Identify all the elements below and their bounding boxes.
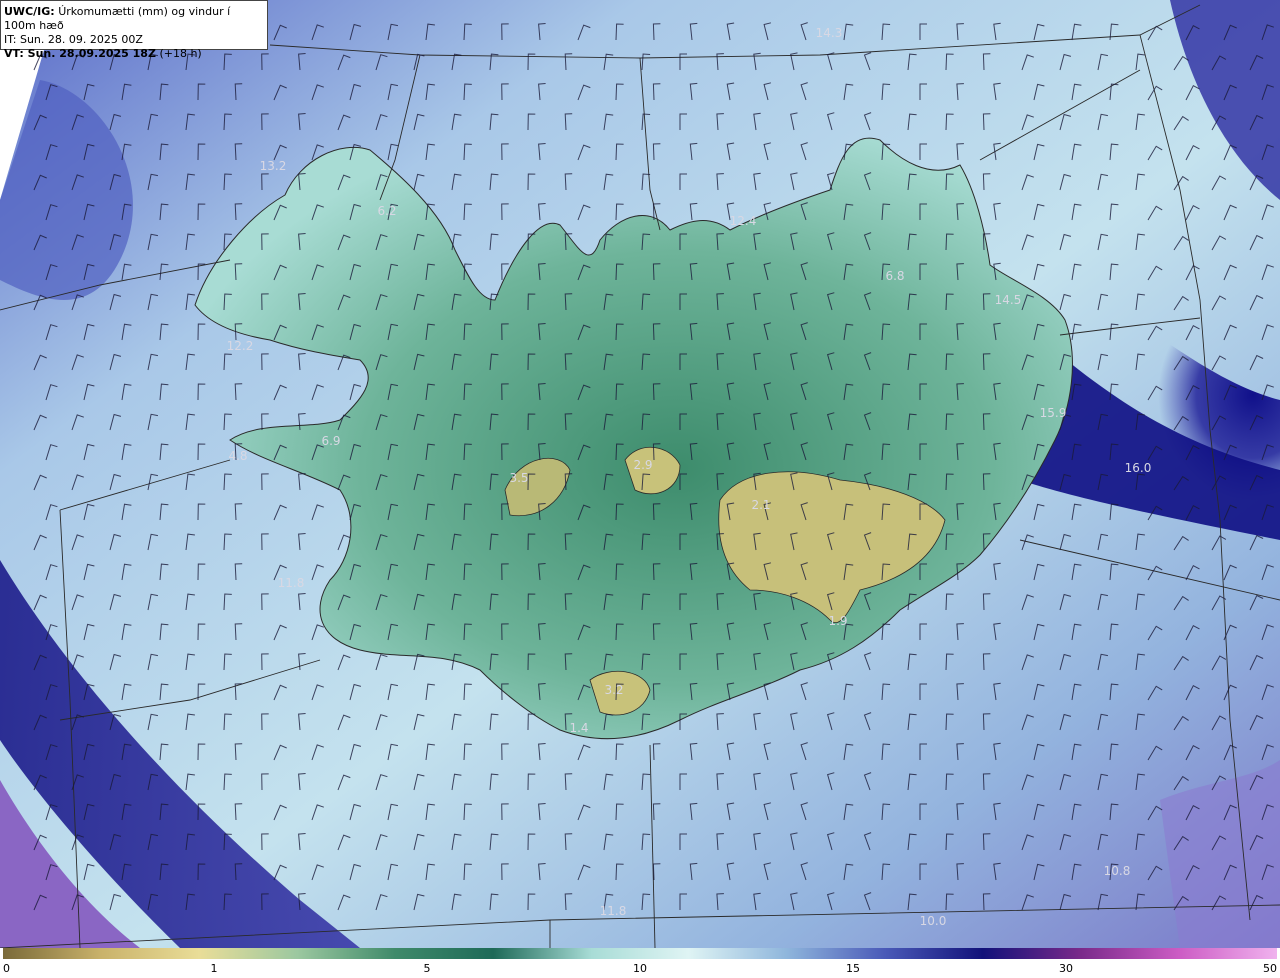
value-label: 4.8: [228, 449, 248, 463]
scale-tick: 5: [423, 962, 431, 975]
valid-time: VT: Sun. 28.09.2025 18Z: [4, 47, 156, 60]
value-label: 13.2: [259, 159, 287, 173]
init-time: IT: Sun. 28. 09. 2025 00Z: [4, 33, 143, 46]
scale-tick: 15: [846, 962, 860, 975]
value-label: 15.9: [1039, 406, 1067, 420]
value-label: 16.0: [1124, 461, 1152, 475]
precipitation-map: [0, 0, 1280, 948]
scale-tick: 30: [1059, 962, 1073, 975]
header-line-1: UWC/IG: Úrkomumætti (mm) og vindur í 100…: [4, 5, 263, 33]
map-header: UWC/IG: Úrkomumætti (mm) og vindur í 100…: [0, 0, 268, 60]
scale-tick: 50: [1263, 962, 1277, 975]
value-label: 1.4: [569, 721, 589, 735]
scale-tick: 1: [210, 962, 218, 975]
color-scale-bar: [3, 948, 1277, 959]
scale-tick: 10: [633, 962, 647, 975]
header-line-3: VT: Sun. 28.09.2025 18Z (+18 h): [4, 47, 263, 61]
value-label: 3.5: [509, 471, 529, 485]
value-label: 6.2: [377, 204, 397, 218]
value-label: 1.9: [828, 614, 848, 628]
value-label: 6.9: [321, 434, 341, 448]
value-label: 2.1: [751, 498, 771, 512]
value-label: 11.8: [599, 904, 627, 918]
value-label: 10.0: [919, 914, 947, 928]
value-label: 14.3: [815, 26, 843, 40]
color-scale-ticks: 0 1 5 10 15 30 50: [0, 959, 1280, 978]
value-label: 10.8: [1103, 864, 1131, 878]
lead-time: (+18 h): [159, 47, 202, 60]
value-label: 2.9: [633, 458, 653, 472]
model-name: UWC/IG:: [4, 5, 55, 18]
value-label: 12.2: [226, 339, 254, 353]
value-label: 12.4: [729, 214, 757, 228]
value-label: 3.2: [604, 683, 624, 697]
value-label: 6.8: [885, 269, 905, 283]
value-label: 11.8: [277, 576, 305, 590]
value-label: 14.5: [994, 293, 1022, 307]
scale-tick: 0: [3, 962, 10, 975]
